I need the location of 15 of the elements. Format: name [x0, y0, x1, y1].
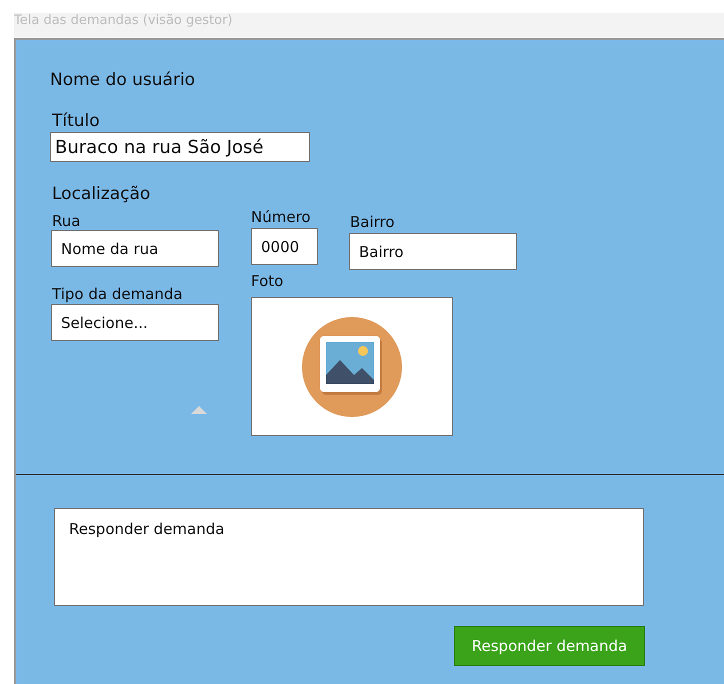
triangle-icon [191, 406, 207, 414]
input-field[interactable]: 0000 [251, 228, 318, 265]
field-label: Título [52, 111, 100, 131]
reply-field[interactable]: Responder demanda [54, 508, 644, 606]
field-label: Foto [251, 272, 284, 290]
input-field[interactable]: Nome da rua [51, 230, 219, 267]
input-field[interactable]: Selecione... [51, 304, 219, 341]
input-field[interactable]: Bairro [349, 233, 517, 270]
user-name: Nome do usuário [50, 70, 196, 90]
field-label: Rua [52, 212, 80, 230]
title-field[interactable]: Buraco na rua São José [50, 132, 310, 162]
field-label: Número [251, 208, 311, 226]
field-label: Tipo da demanda [52, 285, 183, 303]
section-label: Localização [52, 184, 150, 204]
field-label: Bairro [350, 213, 395, 231]
